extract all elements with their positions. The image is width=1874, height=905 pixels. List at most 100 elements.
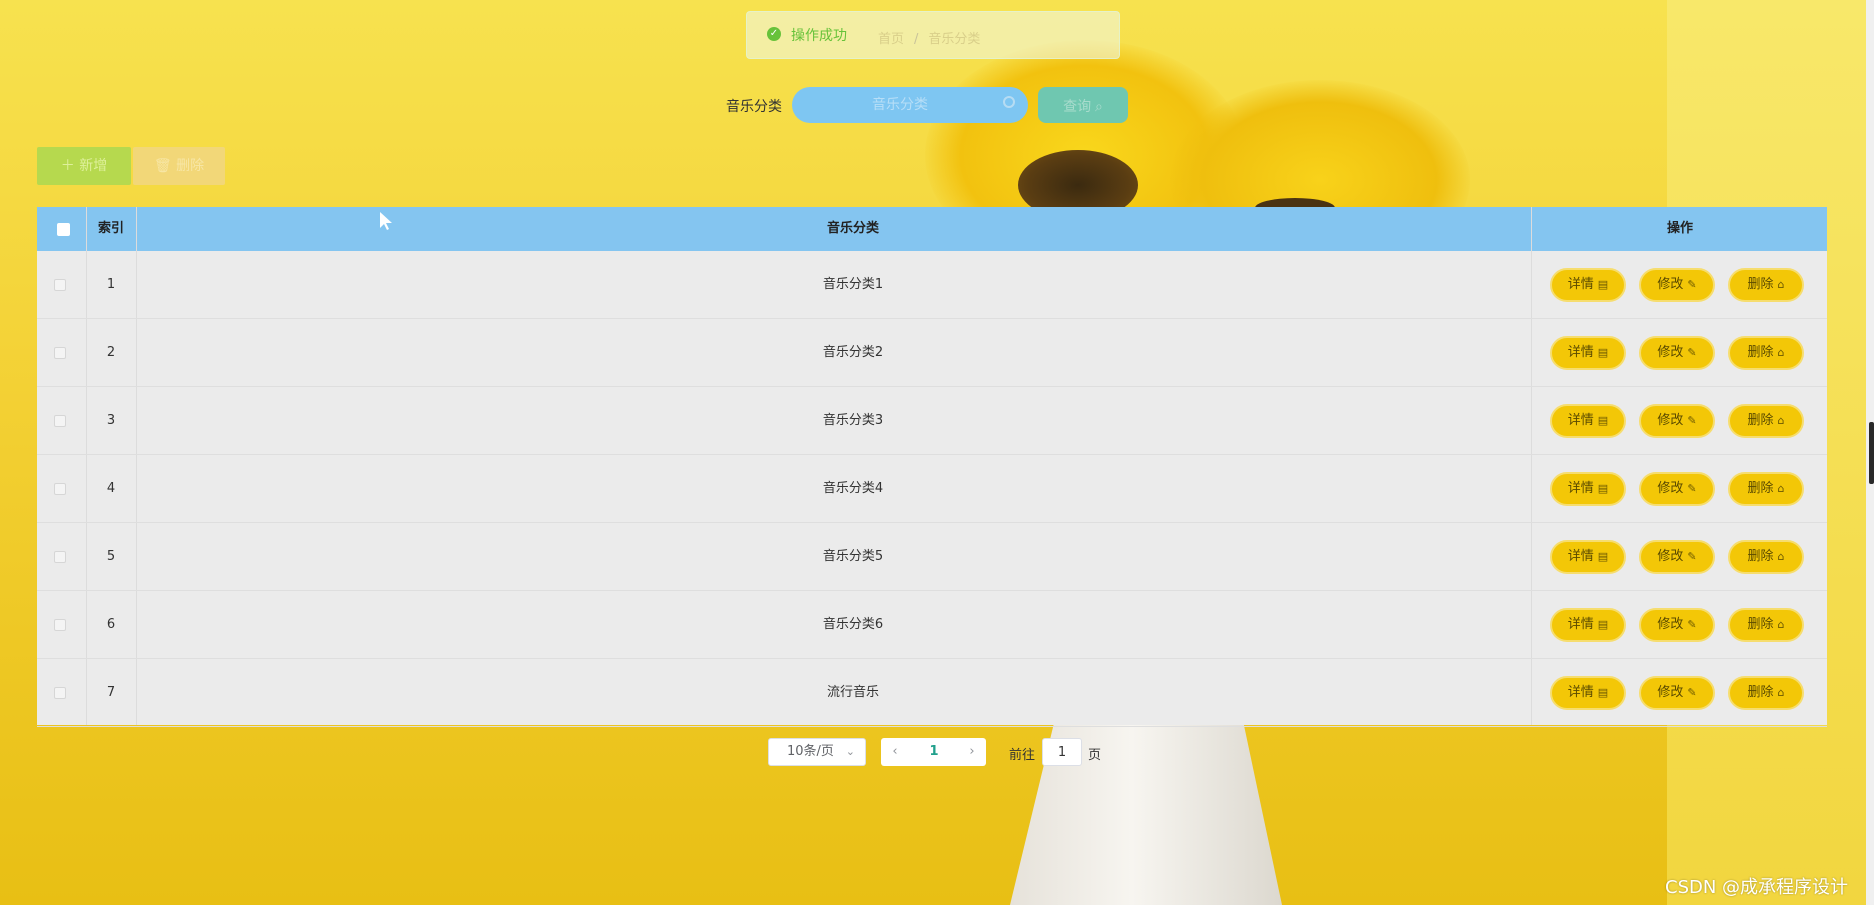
- row-checkbox[interactable]: [54, 687, 66, 699]
- delete-button[interactable]: 删除 ⌂: [1728, 472, 1804, 506]
- detail-button[interactable]: 详情 ▤: [1550, 608, 1626, 642]
- edit-button[interactable]: 修改 ✎: [1639, 608, 1715, 642]
- edit-label: 修改: [1657, 345, 1684, 360]
- edit-button[interactable]: 修改 ✎: [1639, 268, 1715, 302]
- add-button[interactable]: ＋ 新增: [37, 147, 131, 185]
- edit-button[interactable]: 修改 ✎: [1639, 540, 1715, 574]
- plus-icon: ＋: [60, 158, 75, 174]
- trash-icon: ⌂: [1777, 414, 1785, 427]
- select-all-checkbox[interactable]: [57, 223, 70, 236]
- add-button-label: 新增: [79, 158, 108, 174]
- row-category: 音乐分类2: [822, 345, 884, 360]
- row-checkbox[interactable]: [54, 347, 66, 359]
- page-number-active[interactable]: 1: [915, 738, 953, 766]
- detail-button[interactable]: 详情 ▤: [1550, 472, 1626, 506]
- toast-message: 操作成功: [791, 28, 847, 44]
- goto-page-input[interactable]: [1042, 738, 1082, 766]
- pencil-icon: ✎: [1687, 686, 1697, 699]
- delete-button[interactable]: 删除 ⌂: [1728, 676, 1804, 710]
- data-table: 索引 音乐分类 操作 1 音乐分类1 详情 ▤ 修改 ✎ 删除 ⌂ 2 音乐分类2 详情 ▤ 修改 ✎ 删除…: [37, 207, 1827, 727]
- chevron-left-icon[interactable]: ‹: [881, 738, 909, 766]
- query-button-label: 查询: [1063, 98, 1092, 114]
- delete-label: 删除: [1747, 617, 1774, 632]
- query-button[interactable]: 查询 ⌕: [1038, 87, 1128, 123]
- row-category: 音乐分类4: [822, 481, 884, 496]
- row-category: 音乐分类5: [822, 549, 884, 564]
- delete-label: 删除: [1747, 685, 1774, 700]
- edit-button[interactable]: 修改 ✎: [1639, 404, 1715, 438]
- row-category: 音乐分类3: [822, 413, 884, 428]
- edit-button[interactable]: 修改 ✎: [1639, 676, 1715, 710]
- page-size-value: 10条/页: [787, 744, 834, 759]
- search-input[interactable]: [792, 87, 1028, 123]
- detail-button[interactable]: 详情 ▤: [1550, 404, 1626, 438]
- detail-label: 详情: [1567, 277, 1594, 292]
- pencil-icon: ✎: [1687, 550, 1697, 563]
- trash-icon: ⌂: [1777, 482, 1785, 495]
- detail-label: 详情: [1567, 549, 1594, 564]
- delete-button[interactable]: 删除 ⌂: [1728, 404, 1804, 438]
- pencil-icon: ✎: [1687, 618, 1697, 631]
- scrollbar-thumb[interactable]: [1869, 422, 1874, 484]
- table-row: 5 音乐分类5 详情 ▤ 修改 ✎ 删除 ⌂: [37, 523, 1827, 591]
- delete-button[interactable]: 删除 ⌂: [1728, 268, 1804, 302]
- row-checkbox[interactable]: [54, 415, 66, 427]
- edit-label: 修改: [1657, 549, 1684, 564]
- detail-button[interactable]: 详情 ▤: [1550, 336, 1626, 370]
- row-checkbox[interactable]: [54, 551, 66, 563]
- breadcrumb: 首页 / 音乐分类: [878, 28, 980, 47]
- search-icon: [1003, 96, 1015, 108]
- document-icon: ▤: [1597, 686, 1609, 699]
- document-icon: ▤: [1597, 278, 1609, 291]
- edit-button[interactable]: 修改 ✎: [1639, 472, 1715, 506]
- document-icon: ▤: [1597, 482, 1609, 495]
- pencil-icon: ✎: [1687, 482, 1697, 495]
- pencil-icon: ✎: [1687, 414, 1697, 427]
- edit-label: 修改: [1657, 617, 1684, 632]
- trash-icon: ⌂: [1777, 346, 1785, 359]
- trash-icon: 🗑: [153, 158, 172, 174]
- table-header: 索引 音乐分类 操作: [37, 207, 1827, 251]
- column-header-category[interactable]: 音乐分类: [137, 207, 1569, 251]
- search-label: 音乐分类: [726, 99, 782, 115]
- column-header-index[interactable]: 索引: [86, 207, 136, 251]
- detail-button[interactable]: 详情 ▤: [1550, 540, 1626, 574]
- row-index: 7: [106, 685, 116, 700]
- document-icon: ▤: [1597, 550, 1609, 563]
- detail-button[interactable]: 详情 ▤: [1550, 268, 1626, 302]
- delete-button[interactable]: 删除 ⌂: [1728, 336, 1804, 370]
- edit-button[interactable]: 修改 ✎: [1639, 336, 1715, 370]
- batch-delete-label: 删除: [176, 158, 205, 174]
- chevron-right-icon[interactable]: ›: [958, 738, 986, 766]
- column-header-actions: 操作: [1666, 221, 1693, 236]
- goto-suffix: 页: [1088, 748, 1102, 763]
- trash-icon: ⌂: [1777, 686, 1785, 699]
- table-row: 3 音乐分类3 详情 ▤ 修改 ✎ 删除 ⌂: [37, 387, 1827, 455]
- breadcrumb-current: 音乐分类: [928, 32, 981, 47]
- table-row: 7 流行音乐 详情 ▤ 修改 ✎ 删除 ⌂: [37, 659, 1827, 727]
- delete-button[interactable]: 删除 ⌂: [1728, 608, 1804, 642]
- delete-button[interactable]: 删除 ⌂: [1728, 540, 1804, 574]
- batch-delete-button[interactable]: 🗑 删除: [133, 147, 225, 185]
- breadcrumb-separator: /: [914, 32, 919, 47]
- trash-icon: ⌂: [1777, 278, 1785, 291]
- pencil-icon: ✎: [1687, 346, 1697, 359]
- table-row: 6 音乐分类6 详情 ▤ 修改 ✎ 删除 ⌂: [37, 591, 1827, 659]
- detail-label: 详情: [1567, 685, 1594, 700]
- delete-label: 删除: [1747, 413, 1774, 428]
- delete-label: 删除: [1747, 481, 1774, 496]
- row-checkbox[interactable]: [54, 619, 66, 631]
- trash-icon: ⌂: [1777, 550, 1785, 563]
- edit-label: 修改: [1657, 277, 1684, 292]
- row-checkbox[interactable]: [54, 279, 66, 291]
- edit-label: 修改: [1657, 481, 1684, 496]
- breadcrumb-home[interactable]: 首页: [878, 32, 904, 47]
- detail-label: 详情: [1567, 413, 1594, 428]
- row-index: 1: [106, 277, 116, 292]
- detail-button[interactable]: 详情 ▤: [1550, 676, 1626, 710]
- goto-label: 前往: [1009, 748, 1036, 763]
- page-size-select[interactable]: 10条/页 ⌄: [768, 738, 866, 766]
- document-icon: ▤: [1597, 414, 1609, 427]
- pager: ‹ 1 ›: [881, 738, 986, 766]
- row-checkbox[interactable]: [54, 483, 66, 495]
